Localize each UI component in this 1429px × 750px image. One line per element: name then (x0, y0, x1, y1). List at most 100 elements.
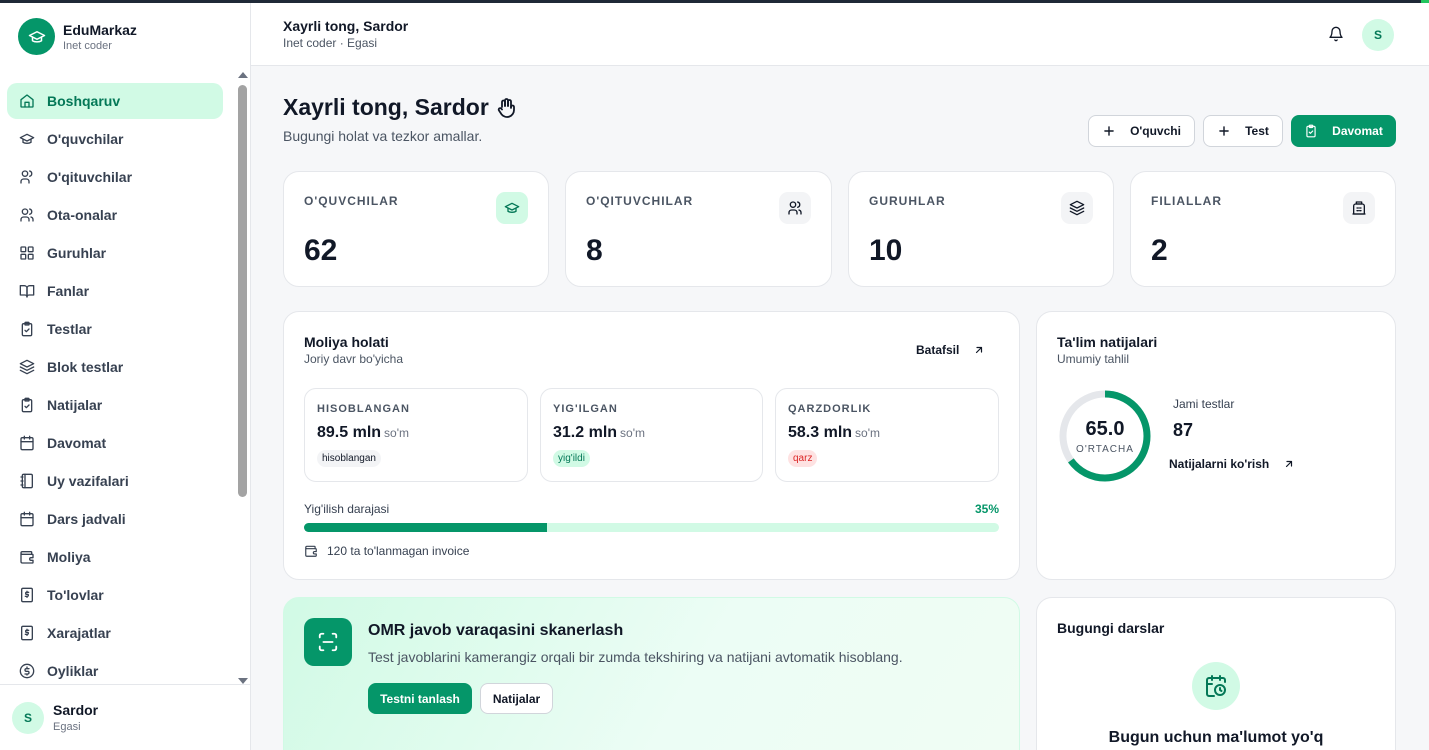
sidebar-item-label: Oyliklar (47, 663, 99, 679)
stat-icon-box (1061, 192, 1093, 224)
sidebar: EduMarkaz Inet coder Boshqaruv O'quvchil… (0, 3, 251, 750)
stat-label: GURUHLAR (869, 194, 946, 208)
topbar-title: Xayrli tong, Sardor (283, 18, 409, 34)
add-student-button[interactable]: O'quvchi (1088, 115, 1195, 147)
avatar: S (12, 701, 44, 734)
stat-label: O'QITUVCHILAR (586, 194, 694, 208)
sidebar-item-label: Guruhlar (47, 245, 107, 261)
graduation-cap-icon (504, 202, 520, 213)
notebook-icon (20, 473, 33, 489)
sidebar-item-label: Moliya (47, 549, 91, 565)
top-bar: Xayrli tong, Sardor Inet coder · Egasi S (251, 3, 1429, 66)
sidebar-item-guruhlar[interactable]: Guruhlar (7, 235, 223, 271)
sidebar-item-blok-testlar[interactable]: Blok testlar (7, 349, 223, 385)
page-subtitle: Bugungi holat va tezkor amallar. (283, 128, 483, 144)
stat-card-branches[interactable]: FILIALLAR 2 (1130, 171, 1396, 287)
window-top-edge (0, 0, 1429, 3)
page-title: Xayrli tong, Sardor (283, 94, 519, 121)
education-card: Ta'lim natijalari Umumiy tahlil 65.0 O'R… (1036, 311, 1396, 580)
sidebar-item-davomat[interactable]: Davomat (7, 425, 223, 461)
avatar[interactable]: S (1362, 19, 1394, 51)
attendance-button[interactable]: Davomat (1291, 115, 1396, 147)
stat-value: 10 (869, 234, 903, 267)
sidebar-scrollbar[interactable] (236, 72, 250, 684)
graduation-cap-icon (18, 18, 55, 55)
brand-subtitle: Inet coder (63, 39, 112, 52)
box-value: 89.5 mln so'm (317, 424, 409, 442)
receipt-dollar-icon (21, 625, 33, 641)
status-badge: hisoblangan (317, 450, 381, 467)
sidebar-item-natijalar[interactable]: Natijalar (7, 387, 223, 423)
amount: 89.5 mln (317, 424, 382, 441)
status-badge: qarz (788, 450, 818, 467)
stat-value: 2 (1151, 234, 1168, 267)
bell-icon[interactable] (1328, 26, 1344, 42)
sidebar-item-ota-onalar[interactable]: Ota-onalar (7, 197, 223, 233)
sidebar-item-oqituvchilar[interactable]: O'qituvchilar (7, 159, 223, 195)
add-test-button[interactable]: Test (1203, 115, 1283, 147)
link-label: Natijalarni ko'rish (1169, 457, 1270, 471)
scroll-up-arrow-icon[interactable] (238, 72, 248, 78)
omr-description: Test javoblarini kamerangiz orqali bir z… (368, 649, 903, 665)
sidebar-user[interactable]: S Sardor Egasi (0, 684, 250, 750)
greeting-text: Xayrli tong, Sardor (283, 94, 489, 120)
collection-progress-bar (304, 523, 999, 532)
box-label: QARZDORLIK (788, 403, 872, 415)
invoice-note: 120 ta to'lanmagan invoice (304, 544, 469, 558)
sidebar-item-fanlar[interactable]: Fanlar (7, 273, 223, 309)
book-open-icon (19, 285, 35, 298)
select-test-button[interactable]: Testni tanlash (368, 683, 472, 714)
graduation-cap-icon (19, 133, 35, 144)
wallet-icon (305, 545, 317, 557)
sidebar-nav: Boshqaruv O'quvchilar O'qituvchilar Ota-… (7, 83, 223, 683)
sidebar-item-oyliklar[interactable]: Oyliklar (7, 653, 223, 683)
users-icon (20, 208, 34, 222)
box-value: 58.3 mln so'm (788, 424, 880, 442)
wallet-icon (20, 551, 34, 564)
sidebar-item-boshqaruv[interactable]: Boshqaruv (7, 83, 223, 119)
scrollbar-thumb[interactable] (238, 85, 247, 497)
sidebar-item-oquvchilar[interactable]: O'quvchilar (7, 121, 223, 157)
details-link[interactable]: Batafsil (916, 343, 985, 357)
empty-state-text: Bugun uchun ma'lumot yo'q (1108, 729, 1324, 746)
calendar-icon (20, 511, 34, 527)
tests-value: 87 (1173, 420, 1194, 440)
results-button[interactable]: Natijalar (480, 683, 553, 714)
omr-scan-card: OMR javob varaqasini skanerlash Test jav… (283, 597, 1020, 750)
average-value: 65.0 (1085, 418, 1125, 440)
receipt-dollar-icon (21, 587, 33, 603)
calendar-clock-icon (1192, 662, 1240, 710)
view-results-link[interactable]: Natijalarni ko'rish (1169, 457, 1295, 471)
invoice-note-text: 120 ta to'lanmagan invoice (327, 544, 470, 558)
progress-percent: 35% (974, 502, 999, 516)
sidebar-item-moliya[interactable]: Moliya (7, 539, 223, 575)
card-subtitle: Umumiy tahlil (1057, 352, 1130, 366)
sidebar-item-label: O'qituvchilar (47, 169, 133, 185)
user-icon (20, 170, 33, 184)
average-label: O'RTACHA (1076, 444, 1134, 455)
sidebar-item-dars-jadvali[interactable]: Dars jadvali (7, 501, 223, 537)
button-label: Davomat (1332, 124, 1383, 138)
sidebar-item-uy-vazifalari[interactable]: Uy vazifalari (7, 463, 223, 499)
link-label: Batafsil (916, 343, 960, 357)
sidebar-item-tolovlar[interactable]: To'lovlar (7, 577, 223, 613)
user-name: Sardor (53, 702, 99, 718)
waving-hand-icon (497, 97, 515, 118)
stat-card-groups[interactable]: GURUHLAR 10 (848, 171, 1114, 287)
users-icon (788, 201, 802, 215)
sidebar-item-testlar[interactable]: Testlar (7, 311, 223, 347)
layers-icon (1069, 200, 1085, 216)
stat-icon-box (779, 192, 811, 224)
arrow-up-right-icon (1286, 460, 1293, 468)
brand[interactable]: EduMarkaz Inet coder (18, 18, 137, 55)
unit: so'm (384, 426, 409, 440)
status-badge: yig'ildi (553, 450, 590, 467)
stat-icon-box (1343, 192, 1375, 224)
stat-card-teachers[interactable]: O'QITUVCHILAR 8 (565, 171, 832, 287)
clipboard-check-icon (1306, 124, 1316, 138)
card-title: Moliya holati (304, 334, 389, 350)
stat-card-students[interactable]: O'QUVCHILAR 62 (283, 171, 549, 287)
sidebar-item-xarajatlar[interactable]: Xarajatlar (7, 615, 223, 651)
sidebar-item-label: Uy vazifalari (47, 473, 129, 489)
box-label: HISOBLANGAN (317, 403, 410, 415)
